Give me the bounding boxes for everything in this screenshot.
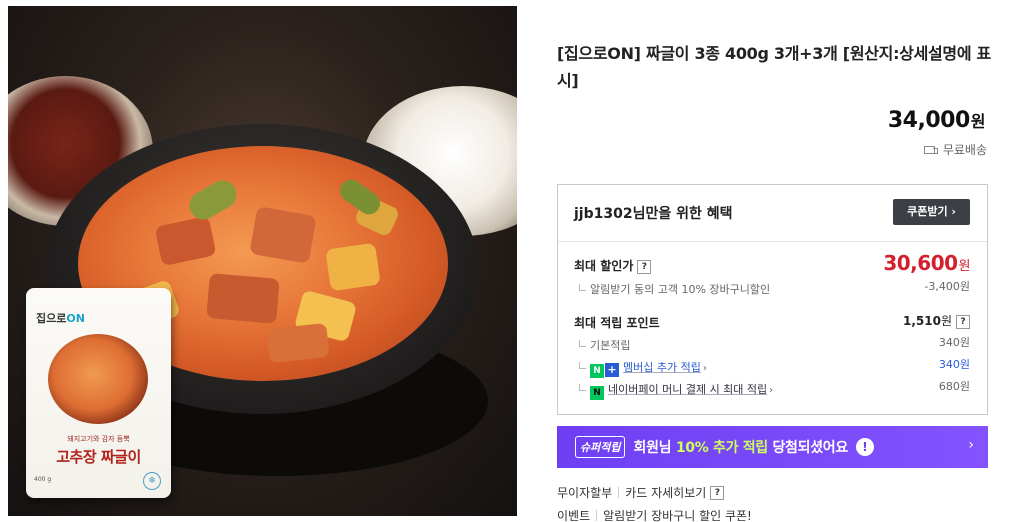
npay-link[interactable]: 네이버페이 머니 결제 시 최대 적립 <box>608 383 767 396</box>
membership-link[interactable]: 멤버십 추가 적립 <box>623 361 701 374</box>
point-npay: N 네이버페이 머니 결제 시 최대 적립 › <box>574 383 774 400</box>
payment-info: 무이자할부 카드 자세히보기 ? <box>557 484 725 501</box>
product-package: 집으로ON 돼지고기와 감자 듬뿍 고추장 짜글이 400 g ❄ <box>26 288 171 498</box>
package-photo <box>48 334 148 424</box>
chevron-right-icon: › <box>968 437 974 453</box>
package-brand-suffix: ON <box>66 312 85 325</box>
truck-icon <box>923 145 939 155</box>
benefit-heading: jjb1302님만을 위한 혜택 <box>574 206 733 222</box>
card-detail-link[interactable]: 카드 자세히보기 <box>625 484 706 501</box>
point-row-npay: N 네이버페이 머니 결제 시 최대 적립 › 680원 <box>574 378 970 400</box>
product-image[interactable]: 집으로ON 돼지고기와 감자 듬뿍 고추장 짜글이 400 g ❄ <box>8 6 517 516</box>
max-discount-row: 최대 할인가? 30,600원 <box>574 251 971 279</box>
exclamation-icon: ! <box>855 438 874 456</box>
shipping-info: 무료배송 <box>923 141 987 158</box>
discount-detail-row: 알림받기 동의 고객 10% 장바구니할인 -3,400원 <box>574 278 970 296</box>
benefit-box: jjb1302님만을 위한 혜택 쿠폰받기 › 최대 할인가? 30,600원 … <box>557 184 988 415</box>
naver-n-icon: N <box>590 364 604 378</box>
chevron-right-icon: › <box>702 363 707 374</box>
max-point-label: 최대 적립 포인트 <box>574 316 660 330</box>
package-weight: 400 g <box>34 476 52 483</box>
package-brand-prefix: 집으로 <box>36 312 67 325</box>
chevron-right-icon: › <box>769 385 774 396</box>
package-logo: 집으로ON <box>36 310 85 326</box>
max-discount-price: 30,600원 <box>883 251 970 275</box>
help-icon[interactable]: ? <box>956 315 970 329</box>
point-row-membership: N + 멤버십 추가 적립 › 340원 <box>574 356 970 378</box>
package-title: 고추장 짜글이 <box>56 448 141 466</box>
price-unit: 원 <box>970 112 986 131</box>
max-point-row: 최대 적립 포인트 1,510원? <box>574 312 970 332</box>
max-discount-unit: 원 <box>958 259 971 274</box>
max-discount-value: 30,600 <box>883 251 958 275</box>
point-label: 기본적립 <box>574 339 630 352</box>
help-icon[interactable]: ? <box>637 260 652 274</box>
price-value: 34,000 <box>887 108 970 133</box>
event-text[interactable]: 알림받기 장바구니 할인 쿠폰! <box>603 507 752 522</box>
coupon-button[interactable]: 쿠폰받기 › <box>893 199 970 225</box>
point-value: 340원 <box>938 336 970 349</box>
package-subtitle: 돼지고기와 감자 듬뿍 <box>67 435 130 443</box>
event-info: 이벤트 알림받기 장바구니 할인 쿠폰! <box>557 507 752 522</box>
super-point-banner[interactable]: 슈퍼적립 회원님 10% 추가 적립 당첨되셨어요 ! › <box>557 426 988 468</box>
separator <box>618 487 620 498</box>
discount-detail-label: 알림받기 동의 고객 10% 장바구니할인 <box>574 283 770 296</box>
stew-chunk <box>266 322 330 364</box>
stew-chunk <box>206 273 280 324</box>
max-point-value: 1,510 <box>902 314 941 328</box>
help-icon[interactable]: ? <box>710 485 725 500</box>
separator <box>596 510 598 521</box>
naver-pay-icon: N <box>590 386 604 400</box>
banner-text-prefix: 회원님 <box>633 440 676 456</box>
max-point-value-wrap: 1,510원? <box>903 312 970 329</box>
stew-chunk <box>249 206 317 264</box>
stew-chunk <box>325 242 381 292</box>
banner-text-suffix: 당첨되셨어요 <box>767 440 848 456</box>
max-discount-label: 최대 할인가 <box>574 259 634 273</box>
banner-text: 회원님 10% 추가 적립 당첨되셨어요 <box>633 437 848 457</box>
point-row-basic: 기본적립 340원 <box>574 334 970 352</box>
plus-icon: + <box>605 363 619 377</box>
shipping-label: 무료배송 <box>942 143 987 157</box>
point-value: 680원 <box>938 380 970 393</box>
banner-text-highlight: 10% 추가 적립 <box>675 440 768 456</box>
super-point-tag: 슈퍼적립 <box>575 436 626 458</box>
max-point-unit: 원 <box>940 314 952 328</box>
event-label: 이벤트 <box>557 509 591 522</box>
product-title: [집으로ON] 짜글이 3종 400g 3개+3개 [원산지:상세설명에 표시] <box>557 44 991 90</box>
snowflake-icon: ❄ <box>143 472 161 490</box>
point-membership: N + 멤버십 추가 적립 › <box>574 361 707 378</box>
divider <box>558 241 987 242</box>
point-value: 340원 <box>938 358 970 371</box>
installment-label: 무이자할부 <box>557 486 613 500</box>
product-price: 34,000원 <box>887 108 986 133</box>
discount-detail-value: -3,400원 <box>924 280 970 293</box>
